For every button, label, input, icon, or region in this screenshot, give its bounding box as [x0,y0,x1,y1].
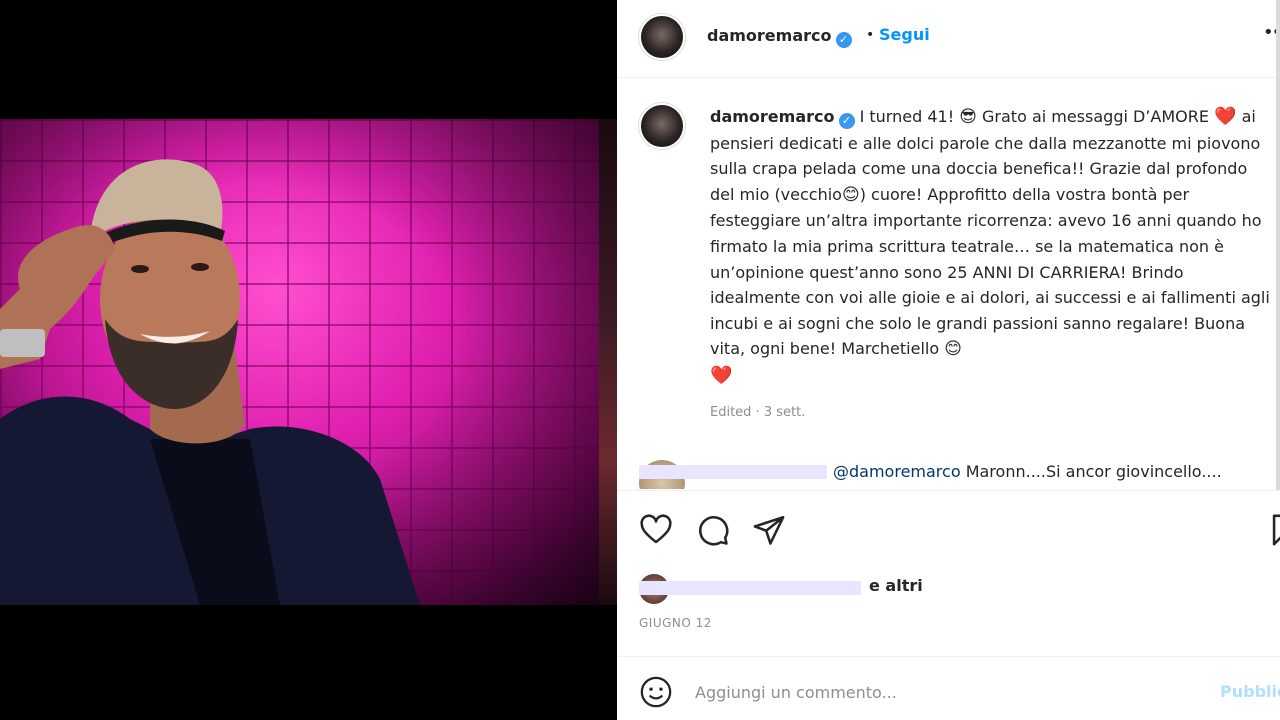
likes-others-link[interactable]: e altri [869,576,923,595]
action-bar [617,490,1280,570]
follow-button[interactable]: Segui [879,25,930,44]
sunglasses-emoji-icon: 😎 [959,107,977,127]
red-heart-emoji-icon: ❤️ [710,364,733,386]
caption-text: damoremarco ✓ I turned 41! 😎 Grato ai mes… [710,106,1270,386]
emoji-icon[interactable] [639,675,673,709]
add-comment-input[interactable] [695,679,1195,705]
post-panel: damoremarco ✓ • Segui •• damoremarco ✓ I t… [617,0,1280,720]
post-comment-button[interactable]: Pubblica [1220,682,1280,701]
bookmark-icon[interactable] [1267,513,1280,547]
author-username[interactable]: damoremarco [707,26,832,45]
man-in-cap-portrait [0,159,420,605]
caption-meta: Edited · 3 sett. [710,405,806,420]
verified-badge-icon: ✓ [835,32,852,48]
background-door [599,119,617,605]
heart-icon[interactable] [639,513,673,547]
post-header: damoremarco ✓ • Segui •• [617,0,1280,78]
separator-dot: • [866,27,875,43]
caption-avatar[interactable] [639,103,685,149]
share-icon[interactable] [752,513,786,547]
redacted-likers [639,581,861,595]
author-avatar[interactable] [639,14,685,60]
comments-section[interactable]: damoremarco ✓ I turned 41! 😎 Grato ai mes… [617,79,1280,489]
post-date: GIUGNO 12 [639,616,712,630]
smile-emoji-icon: 😊 [944,339,962,360]
verified-badge-icon: ✓ [838,113,855,129]
smile-emoji-icon: 😊 [841,184,860,205]
comments-scrollbar[interactable] [1276,0,1280,490]
post-photo[interactable] [0,119,617,605]
post-media [0,0,617,720]
comment-text: @damoremarco Maronn....Si ancor giovince… [833,462,1222,481]
comment-item: @damoremarco Maronn....Si ancor giovince… [639,460,1279,489]
redacted-username [639,465,827,479]
add-comment-bar: Pubblica [617,656,1280,720]
comment-icon[interactable] [696,513,730,547]
red-heart-emoji-icon: ❤️ [1214,106,1237,127]
comment-mention[interactable]: @damoremarco [833,462,961,481]
likes-summary: e altri [639,570,1259,604]
caption-username[interactable]: damoremarco [710,107,835,126]
